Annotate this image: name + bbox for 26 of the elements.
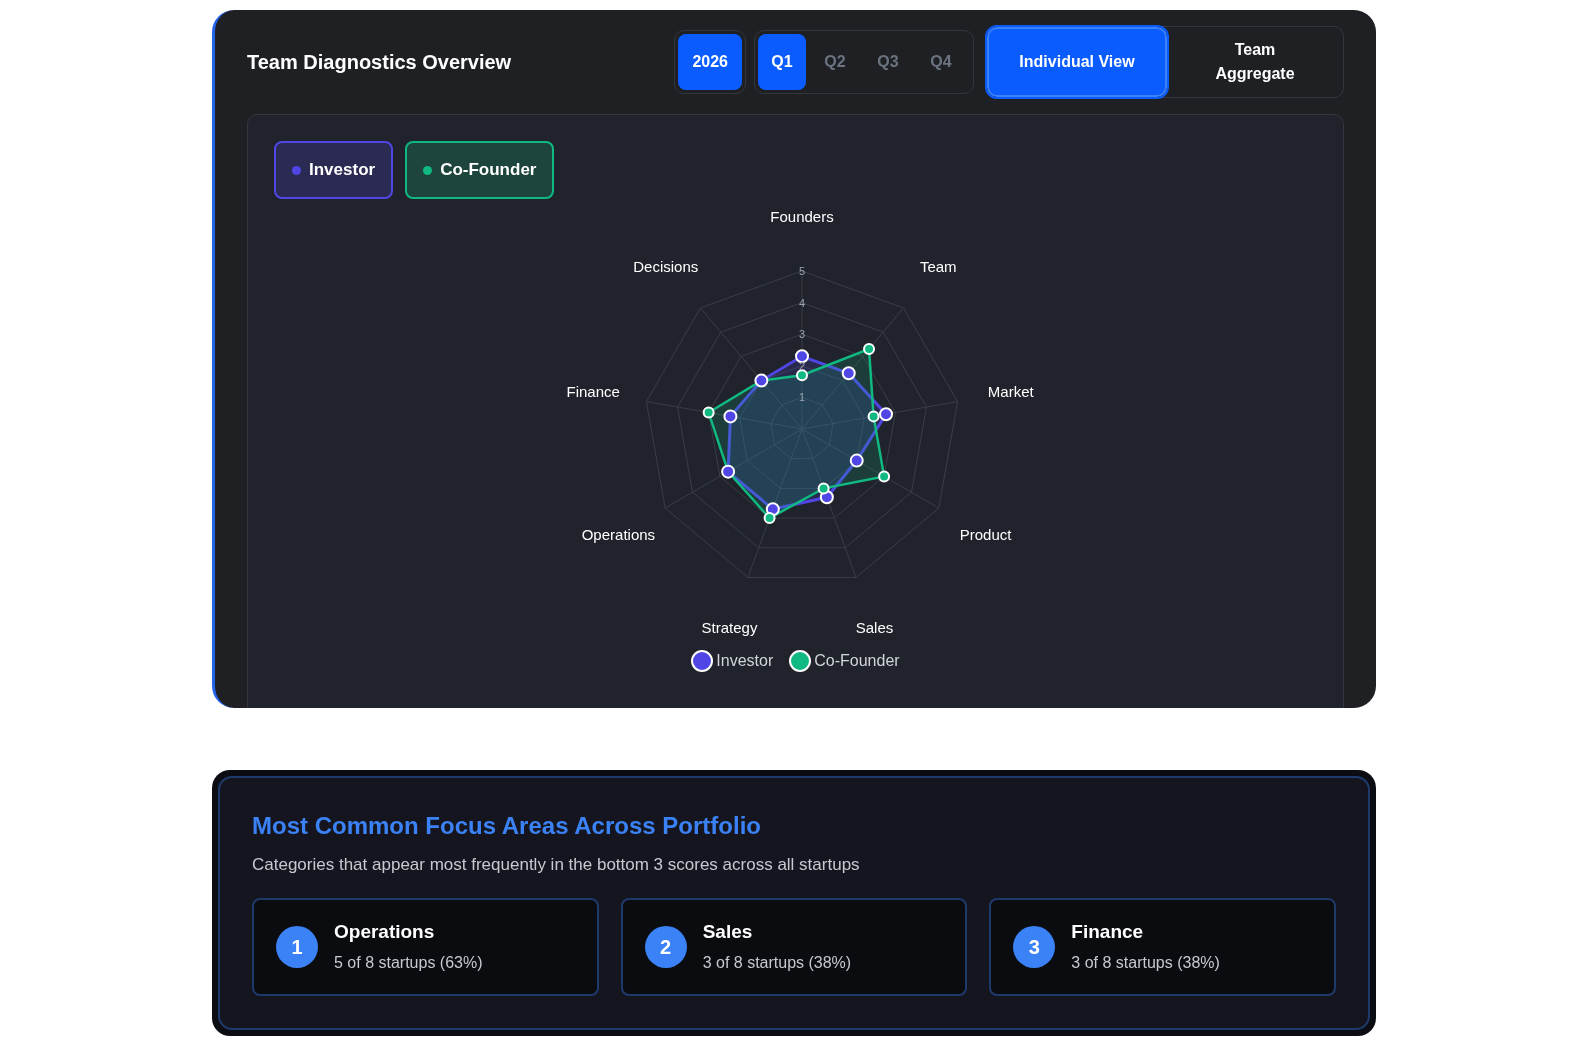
focus-name: Operations <box>334 920 436 945</box>
tick-label: 2 <box>798 359 805 372</box>
tick-label: 5 <box>798 265 805 277</box>
tick-label: 3 <box>798 328 805 341</box>
tick-label: 4 <box>798 296 805 309</box>
axis-label: Operations <box>581 526 655 543</box>
focus-name: Sales <box>702 920 754 945</box>
axis-label: Product <box>959 526 1011 543</box>
panel-title: Team Diagnostics Overview <box>247 50 512 75</box>
rank-badge: 1 <box>276 925 318 968</box>
axis-label: Strategy <box>701 619 757 637</box>
axis-label: Decisions <box>632 257 698 275</box>
axis-label: Market <box>987 383 1034 401</box>
axis-label: Sales <box>855 619 893 637</box>
axis-label: Finance <box>566 383 620 401</box>
rank-badge: 3 <box>1013 925 1056 968</box>
focus-detail: 3 of 8 startups (38%) <box>702 952 852 973</box>
focus-detail: 3 of 8 startups (38%) <box>1071 952 1220 973</box>
focus-detail: 5 of 8 startups (63%) <box>334 952 483 973</box>
section-subtitle: Categories that appear most frequently in the bottom 3 scores across all startups <box>252 854 861 876</box>
section-title: Most Common Focus Areas Across Portfolio <box>252 811 762 841</box>
tick-label: 1 <box>798 391 805 404</box>
axis-label: Team <box>919 257 957 275</box>
axis-label: Founders <box>769 208 834 225</box>
focus-name: Finance <box>1071 920 1145 945</box>
rank-badge: 2 <box>644 925 687 968</box>
